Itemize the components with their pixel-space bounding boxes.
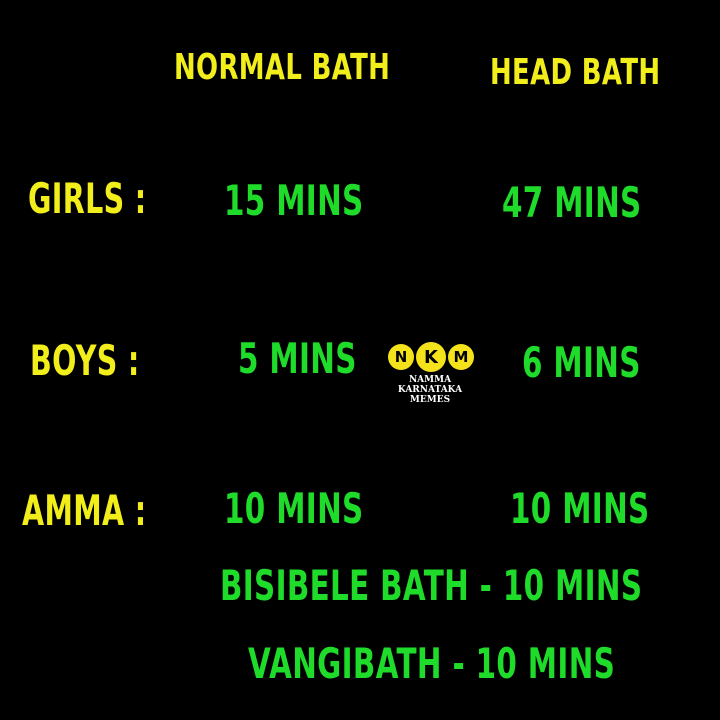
amma-normal-bath-value: 10 MINS [224,484,364,533]
extra-line-vangibath: VANGIBATH - 10 MINS [248,639,616,688]
girls-head-bath-value: 47 MINS [502,178,642,227]
namma-karnataka-memes-logo: N K M NAMMA KARNATAKA MEMES [386,342,476,414]
row-label-girls: GIRLS : [28,174,147,223]
boys-normal-bath-value: 5 MINS [238,334,357,383]
logo-text-line3: MEMES [409,395,451,405]
row-label-boys: BOYS : [30,336,140,385]
logo-letter-k: K [416,342,446,372]
boys-head-bath-value: 6 MINS [522,338,641,387]
logo-text-line2: KARNATAKA [397,385,463,395]
logo-text: NAMMA KARNATAKA MEMES [386,375,474,405]
header-head-bath: HEAD BATH [490,52,661,93]
row-label-amma: AMMA : [22,486,147,535]
girls-normal-bath-value: 15 MINS [224,176,364,225]
extra-line-bisibele-bath: BISIBELE BATH - 10 MINS [220,561,643,610]
header-normal-bath: NORMAL BATH [174,47,391,88]
amma-head-bath-value: 10 MINS [510,484,650,533]
logo-text-line1: NAMMA [408,375,452,385]
logo-circles: N K M [388,342,474,372]
logo-letter-m: M [448,344,474,370]
logo-letter-n: N [388,344,414,370]
